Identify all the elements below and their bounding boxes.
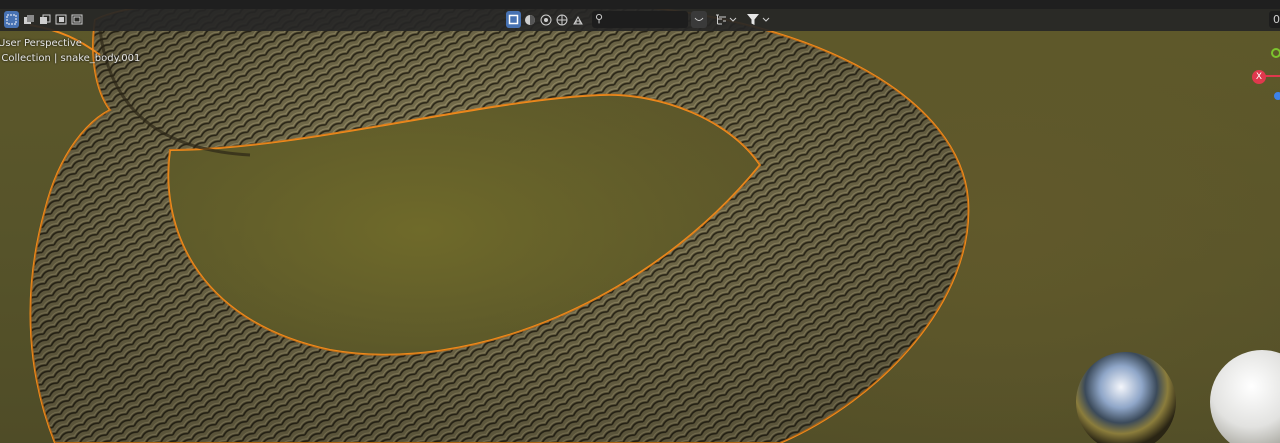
header-strip xyxy=(0,0,1280,9)
select-intersect-icon[interactable] xyxy=(69,11,84,28)
chrome-sphere-preview xyxy=(1076,352,1176,443)
view-label: User Perspective xyxy=(0,38,82,49)
gizmo-z-axis[interactable] xyxy=(1274,92,1280,100)
viewport-render xyxy=(29,0,1280,443)
funnel-icon[interactable] xyxy=(744,11,772,28)
diffuse-sphere-preview xyxy=(1210,350,1280,443)
rendered-icon[interactable] xyxy=(538,11,553,28)
xray-icon[interactable] xyxy=(570,11,585,28)
blender-3d-viewport-window: User Perspective (1) Collection | snake_… xyxy=(0,0,1280,443)
display-mode-button[interactable] xyxy=(691,11,707,28)
collection-label: (1) Collection | snake_body.001 xyxy=(0,53,141,64)
gizmo-x-axis[interactable]: X xyxy=(1252,70,1266,84)
right-field[interactable]: 0 xyxy=(1269,11,1280,28)
outliner-search[interactable]: ⚲ xyxy=(592,11,688,28)
gizmo-x-line xyxy=(1263,75,1280,77)
solid-shading-icon[interactable] xyxy=(506,11,521,28)
select-box-icon[interactable] xyxy=(4,11,19,28)
search-icon: ⚲ xyxy=(595,12,604,25)
search-input[interactable] xyxy=(608,12,684,26)
viewport-3d[interactable]: User Perspective (1) Collection | snake_… xyxy=(0,0,1280,443)
sort-dropdown[interactable] xyxy=(712,11,740,28)
select-invert-icon[interactable] xyxy=(53,11,68,28)
select-extend-icon[interactable] xyxy=(21,11,36,28)
select-subtract-icon[interactable] xyxy=(37,11,52,28)
gizmo-y-axis[interactable] xyxy=(1271,48,1280,58)
wireframe-icon[interactable] xyxy=(554,11,569,28)
material-preview-icon[interactable] xyxy=(522,11,537,28)
